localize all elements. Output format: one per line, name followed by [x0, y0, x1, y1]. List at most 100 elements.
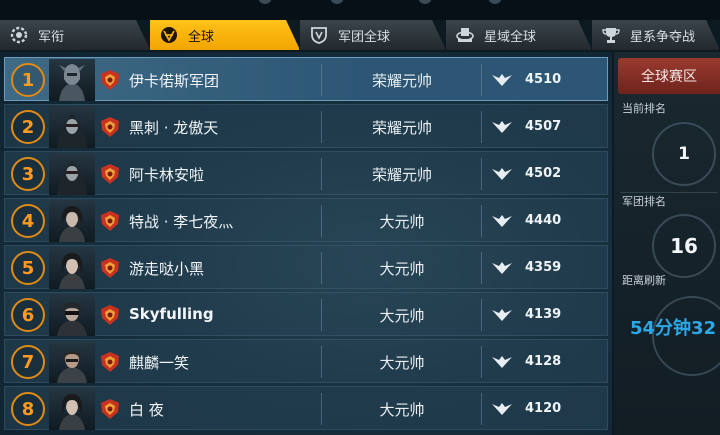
legion-emblem-icon [99, 257, 121, 279]
top-knob [418, 0, 432, 4]
leaderboard-row[interactable]: 2 黑刺 · 龙傲天 荣耀元帅 4507 [4, 104, 608, 148]
wings-icon [491, 119, 513, 135]
column-divider [321, 64, 322, 96]
column-divider [481, 64, 482, 96]
military-title: 大元帅 [379, 307, 425, 325]
rank-number: 1 [11, 63, 45, 97]
player-name: 特战 · 李七夜灬 [129, 213, 234, 231]
legion-emblem-icon [99, 163, 121, 185]
refresh-countdown: 54分钟32 [630, 318, 717, 339]
gear-emblem-icon [8, 24, 30, 46]
legion-rank-label: 军团排名 [622, 195, 666, 208]
column-divider [321, 205, 322, 237]
tab-label: 星系争夺战 [630, 29, 696, 45]
tab-legion-global[interactable]: 军团全球 [300, 20, 446, 50]
column-divider [481, 393, 482, 425]
tab-label: 军团全球 [338, 29, 391, 45]
column-divider [481, 158, 482, 190]
column-divider [481, 299, 482, 331]
military-title: 荣耀元帅 [371, 72, 432, 90]
trophy-icon [600, 24, 622, 46]
column-divider [321, 158, 322, 190]
tab-rank[interactable]: 军衔 [0, 20, 150, 50]
legion-emblem-icon [99, 304, 121, 326]
top-knob [330, 0, 344, 4]
player-name: 伊卡偌斯军团 [129, 72, 220, 90]
player-avatar[interactable] [49, 200, 95, 242]
leaderboard-row[interactable]: 3 阿卡林安啦 荣耀元帅 4502 [4, 151, 608, 195]
tab-star-domain-global[interactable]: 星域全球 [446, 20, 592, 50]
tab-label: 全球 [188, 29, 215, 45]
tab-label: 星域全球 [484, 29, 537, 45]
top-knob [488, 0, 502, 4]
score-value: 4502 [525, 166, 562, 181]
rank-number: 8 [11, 392, 45, 426]
player-avatar[interactable] [49, 294, 95, 336]
leaderboard-row[interactable]: 4 特战 · 李七夜灬 大元帅 4440 [4, 198, 608, 242]
military-title: 荣耀元帅 [371, 166, 432, 184]
rank-number: 4 [11, 204, 45, 238]
wings-icon [491, 307, 513, 323]
column-divider [321, 299, 322, 331]
planet-station-icon [454, 24, 476, 46]
military-title: 大元帅 [379, 401, 425, 419]
globe-emblem-icon [158, 24, 180, 46]
legion-emblem-icon [99, 351, 121, 373]
score-value: 4120 [525, 401, 562, 416]
leaderboard-row[interactable]: 8 白 夜 大元帅 4120 [4, 386, 608, 430]
leaderboard-row[interactable]: 6 Skyfulling 大元帅 4139 [4, 292, 608, 336]
leaderboard-row[interactable]: 5 游走哒小黑 大元帅 4359 [4, 245, 608, 289]
leaderboard: 1 伊卡偌斯军团 荣耀元帅 4510 2 黑刺 · 龙傲天 荣耀元帅 4507 [0, 52, 612, 435]
legion-emblem-icon [99, 69, 121, 91]
rank-number: 2 [11, 110, 45, 144]
score-value: 4510 [525, 72, 562, 87]
wings-icon [491, 401, 513, 417]
player-avatar[interactable] [49, 106, 95, 148]
wings-icon [491, 166, 513, 182]
column-divider [481, 205, 482, 237]
score-value: 4128 [525, 354, 562, 369]
player-name: Skyfulling [129, 305, 214, 323]
military-title: 大元帅 [379, 213, 425, 231]
rank-number: 6 [11, 298, 45, 332]
rank-number: 7 [11, 345, 45, 379]
column-divider [481, 252, 482, 284]
rank-number: 5 [11, 251, 45, 285]
column-divider [321, 252, 322, 284]
leaderboard-row[interactable]: 7 麒麟一笑 大元帅 4128 [4, 339, 608, 383]
player-avatar[interactable] [49, 153, 95, 195]
player-avatar[interactable] [49, 341, 95, 383]
legion-emblem-icon [99, 116, 121, 138]
score-value: 4359 [525, 260, 562, 275]
player-name: 白 夜 [129, 401, 164, 419]
leaderboard-row[interactable]: 1 伊卡偌斯军团 荣耀元帅 4510 [4, 57, 608, 101]
wings-icon [491, 72, 513, 88]
military-title: 荣耀元帅 [371, 119, 432, 137]
score-value: 4440 [525, 213, 562, 228]
top-strip [0, 0, 720, 20]
region-header[interactable]: 全球赛区 [618, 58, 720, 94]
tab-global[interactable]: 全球 [150, 20, 300, 50]
current-rank-value: 1 [652, 122, 716, 186]
player-name: 阿卡林安啦 [129, 166, 205, 184]
ranking-tabs: 军衔 全球 军团全球 星域全球 星系争夺战 [0, 20, 720, 50]
top-knob [258, 0, 272, 4]
column-divider [321, 111, 322, 143]
score-value: 4507 [525, 119, 562, 134]
player-avatar[interactable] [49, 247, 95, 289]
tab-label: 军衔 [38, 29, 65, 45]
wings-icon [491, 260, 513, 276]
legion-rank-value: 16 [652, 214, 716, 278]
rank-number: 3 [11, 157, 45, 191]
military-title: 大元帅 [379, 260, 425, 278]
refresh-label: 距离刷新 [622, 274, 666, 287]
legion-emblem-icon [99, 398, 121, 420]
column-divider [481, 111, 482, 143]
player-avatar[interactable] [49, 59, 95, 101]
player-avatar[interactable] [49, 388, 95, 430]
column-divider [321, 393, 322, 425]
column-divider [481, 346, 482, 378]
tab-galaxy-war[interactable]: 星系争夺战 [592, 20, 720, 50]
ranking-side-panel: 全球赛区 当前排名 1 军团排名 16 距离刷新 54分钟32 [614, 52, 720, 435]
legion-shield-icon [308, 24, 330, 46]
